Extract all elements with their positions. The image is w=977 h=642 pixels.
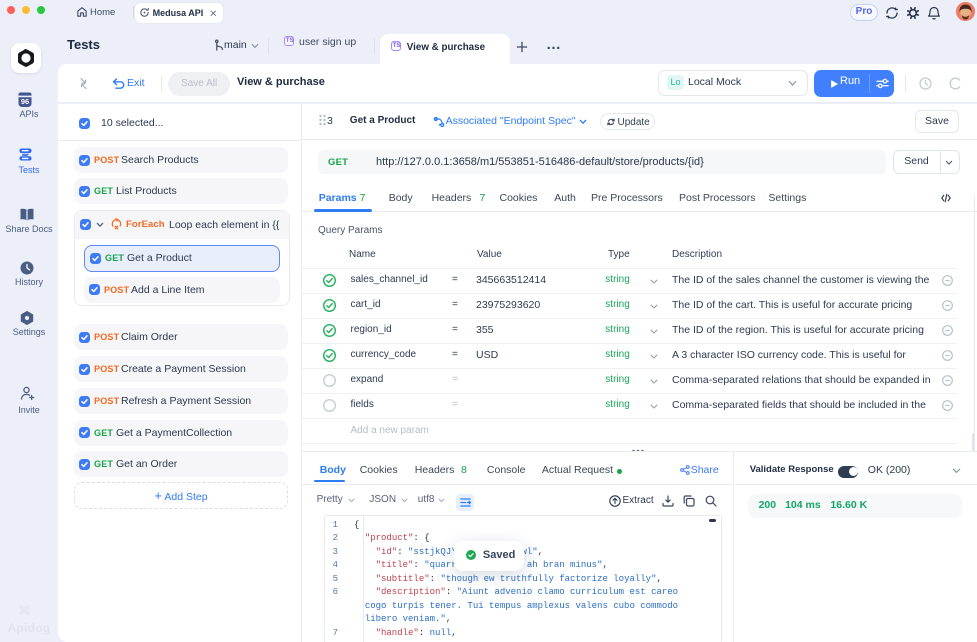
- svg-text:96: 96: [21, 97, 29, 106]
